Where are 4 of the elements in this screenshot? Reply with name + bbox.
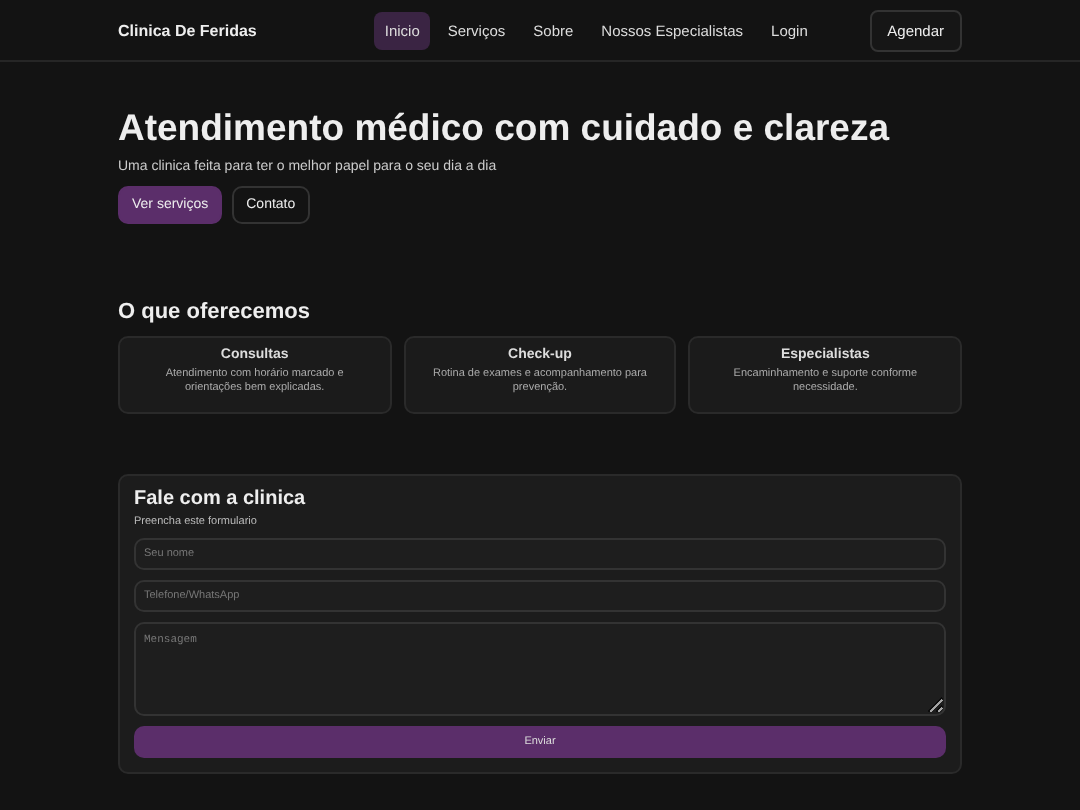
section-title: O que oferecemos bbox=[118, 300, 312, 324]
form-title: Fale com a clinica bbox=[134, 488, 308, 510]
hero-title: Atendimento médico com cuidado e clareza bbox=[118, 106, 892, 150]
brand-name: Clinica De Feridas bbox=[118, 21, 257, 39]
